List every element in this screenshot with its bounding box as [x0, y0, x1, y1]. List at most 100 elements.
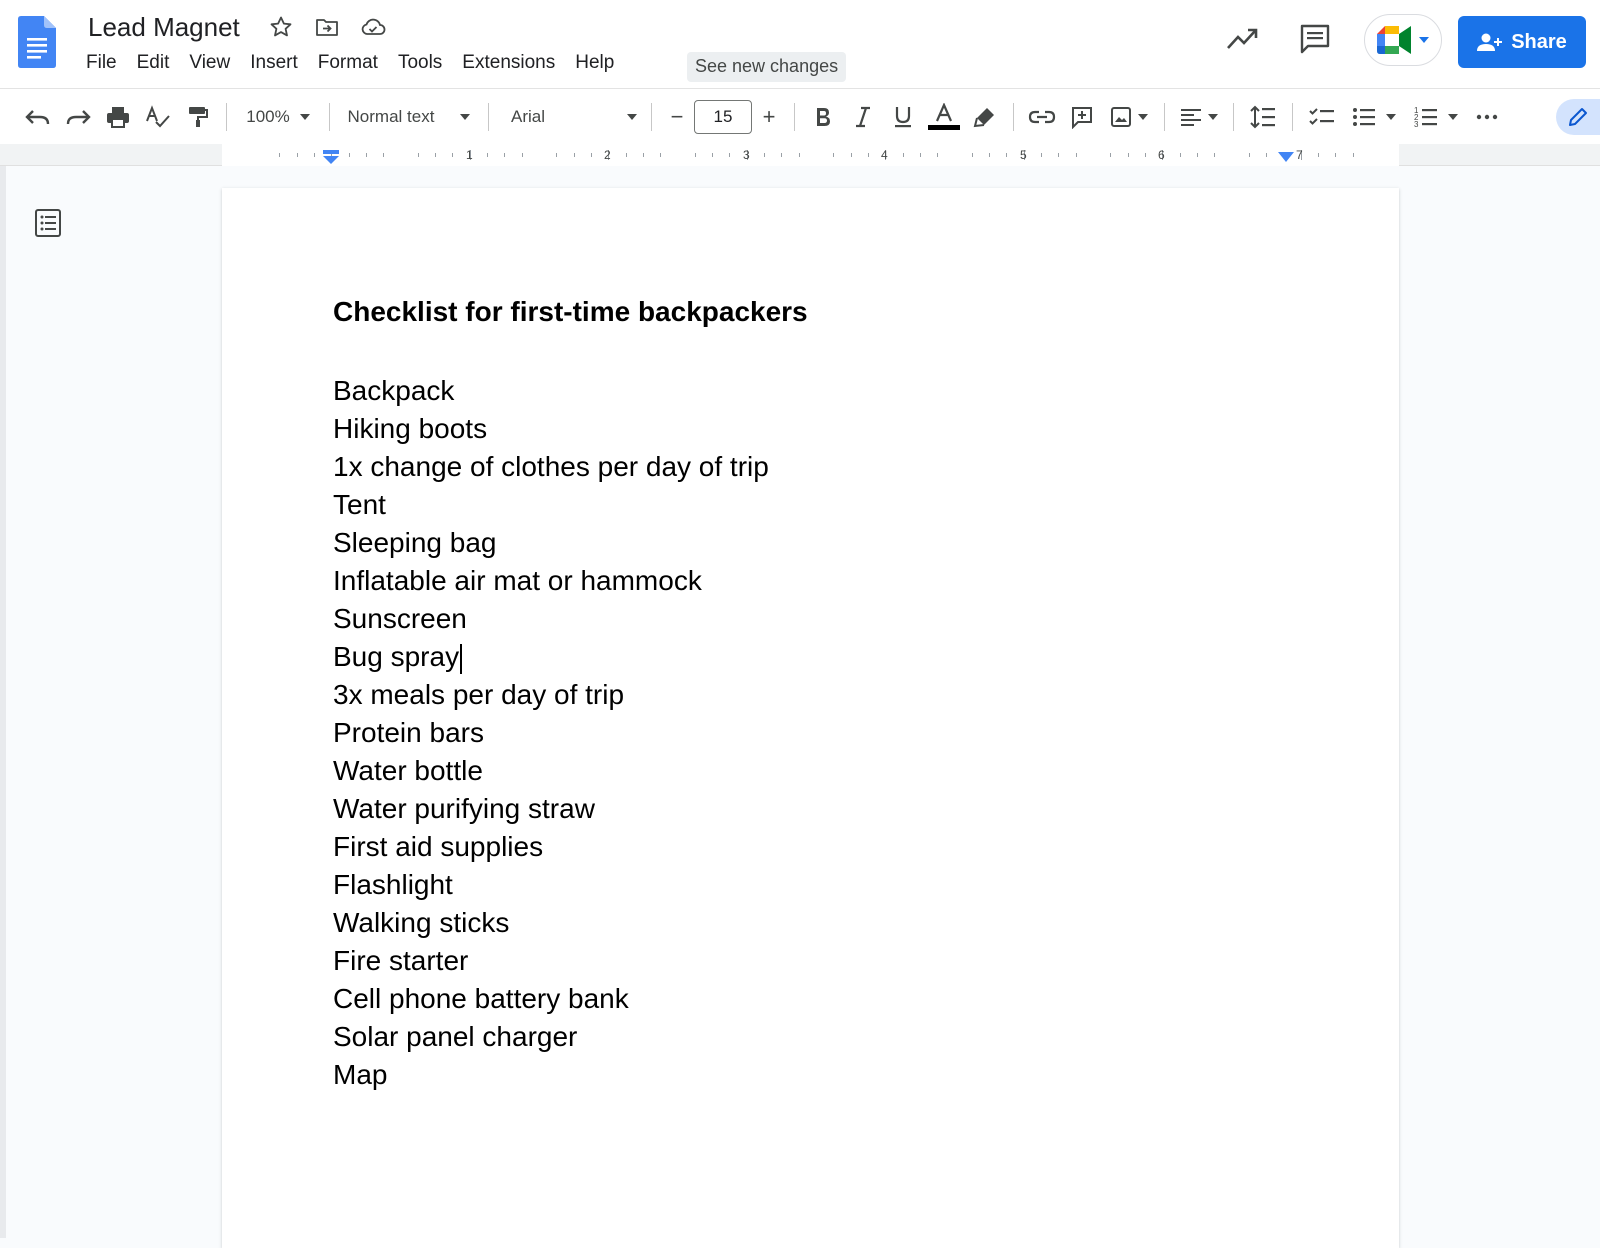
meet-button[interactable] — [1364, 14, 1442, 66]
cloud-saved-icon[interactable] — [360, 14, 386, 40]
menu-edit[interactable]: Edit — [127, 50, 180, 76]
ruler-tick — [365, 153, 367, 157]
document-line-text: 1x change of clothes per day of trip — [333, 451, 769, 482]
document-line-text: 3x meals per day of trip — [333, 679, 625, 710]
menu-tools[interactable]: Tools — [388, 50, 452, 76]
document-line[interactable]: First aid supplies — [333, 828, 769, 866]
undo-icon[interactable] — [18, 99, 58, 135]
line-spacing-icon[interactable] — [1242, 99, 1284, 135]
numbered-list-icon[interactable]: 123 — [1405, 99, 1467, 135]
document-line-text: Tent — [333, 489, 386, 520]
menu-view[interactable]: View — [179, 50, 240, 76]
left-indent-marker[interactable] — [322, 150, 340, 164]
chevron-down-icon — [1386, 113, 1396, 120]
highlight-icon[interactable] — [965, 99, 1005, 135]
document-line[interactable]: Inflatable air mat or hammock — [333, 562, 769, 600]
ruler-tick — [452, 153, 454, 157]
document-line[interactable]: Walking sticks — [333, 904, 769, 942]
document-line[interactable]: Solar panel charger — [333, 1018, 769, 1056]
document-line[interactable]: Sunscreen — [333, 600, 769, 638]
right-indent-marker[interactable] — [1278, 152, 1294, 162]
checklist-icon[interactable] — [1301, 99, 1343, 135]
document-outline-icon[interactable] — [34, 208, 62, 238]
ruler-tick — [712, 153, 714, 157]
bold-icon[interactable] — [803, 99, 843, 135]
toolbar-divider — [1164, 102, 1165, 131]
paragraph-style-select[interactable]: Normal text — [338, 99, 480, 135]
document-line[interactable]: 3x meals per day of trip — [333, 676, 769, 714]
document-line-text: Protein bars — [333, 717, 484, 748]
editing-mode-pencil-icon[interactable] — [1556, 99, 1600, 135]
document-line[interactable]: Sleeping bag — [333, 524, 769, 562]
font-size-input[interactable]: 15 — [694, 99, 752, 134]
document-line-text: Cell phone battery bank — [333, 983, 629, 1014]
paint-format-icon[interactable] — [178, 99, 218, 135]
more-icon[interactable] — [1467, 99, 1507, 135]
document-line[interactable]: Tent — [333, 486, 769, 524]
toolbar-divider — [329, 102, 330, 131]
align-left-icon[interactable] — [1173, 99, 1225, 135]
increase-font-size-button[interactable]: + — [752, 99, 786, 135]
ruler-tick — [435, 153, 437, 157]
document-page[interactable]: Checklist for first-time backpackers Bac… — [222, 188, 1399, 1248]
zoom-select[interactable]: 100% — [235, 99, 321, 135]
activity-trend-icon[interactable] — [1225, 24, 1259, 54]
print-icon[interactable] — [98, 99, 138, 135]
menu-format[interactable]: Format — [308, 50, 388, 76]
toolbar-divider — [1292, 102, 1293, 131]
document-line[interactable]: Flashlight — [333, 866, 769, 904]
left-margin-rail — [0, 166, 6, 1238]
menu-insert[interactable]: Insert — [240, 50, 308, 76]
share-label: Share — [1511, 30, 1567, 53]
horizontal-ruler[interactable]: 1 2 3 4 5 6 7 — [0, 144, 1600, 166]
menu-file[interactable]: File — [76, 50, 127, 76]
share-button[interactable]: Share — [1458, 16, 1586, 68]
spellcheck-icon[interactable] — [138, 99, 178, 135]
document-line[interactable]: 1x change of clothes per day of trip — [333, 448, 769, 486]
document-line[interactable]: Cell phone battery bank — [333, 980, 769, 1018]
star-icon[interactable] — [268, 14, 294, 40]
ruler-tick — [1075, 153, 1077, 157]
text-color-icon[interactable] — [923, 99, 965, 135]
link-icon[interactable] — [1022, 99, 1062, 135]
document-title[interactable]: Lead Magnet — [88, 12, 240, 43]
ruler-tick — [521, 153, 523, 157]
menu-help[interactable]: Help — [565, 50, 624, 76]
italic-icon[interactable] — [843, 99, 883, 135]
redo-icon[interactable] — [58, 99, 98, 135]
add-comment-icon[interactable] — [1062, 99, 1102, 135]
app-header: Lead Magnet File Edit View Insert Format… — [0, 0, 1600, 88]
document-line[interactable]: Map — [333, 1056, 769, 1094]
ruler-tick — [348, 153, 350, 157]
document-line[interactable]: Backpack — [333, 372, 769, 410]
toolbar-divider — [1233, 102, 1234, 131]
chevron-down-icon — [627, 113, 637, 120]
document-line[interactable]: Water purifying straw — [333, 790, 769, 828]
document-line[interactable]: Hiking boots — [333, 410, 769, 448]
menu-extensions[interactable]: Extensions — [452, 50, 565, 76]
person-add-icon — [1477, 33, 1503, 51]
document-line[interactable]: Water bottle — [333, 752, 769, 790]
document-line[interactable]: Bug spray — [333, 638, 769, 676]
ruler-tick — [764, 153, 766, 157]
font-family-select[interactable]: Arial — [497, 99, 643, 135]
decrease-font-size-button[interactable]: − — [660, 99, 694, 135]
document-line-text: Fire starter — [333, 945, 469, 976]
see-new-changes-button[interactable]: See new changes — [687, 52, 847, 82]
document-line[interactable]: Protein bars — [333, 714, 769, 752]
ruler-tick — [833, 153, 835, 157]
comments-icon[interactable] — [1298, 22, 1332, 56]
checklist-body[interactable]: Backpack Hiking boots 1x change of clothes… — [333, 372, 769, 1094]
docs-logo-icon[interactable] — [18, 16, 56, 68]
ruler-number: 6 — [1158, 148, 1165, 162]
ruler-tick — [1248, 153, 1250, 157]
bulleted-list-icon[interactable] — [1343, 99, 1405, 135]
ruler-tick — [781, 153, 783, 157]
document-line[interactable]: Fire starter — [333, 942, 769, 980]
move-to-folder-icon[interactable] — [314, 14, 340, 40]
ruler-tick — [660, 153, 662, 157]
insert-image-icon[interactable] — [1102, 99, 1156, 135]
ruler-tick — [417, 153, 419, 157]
document-heading[interactable]: Checklist for first-time backpackers — [333, 296, 808, 328]
underline-icon[interactable] — [883, 99, 923, 135]
